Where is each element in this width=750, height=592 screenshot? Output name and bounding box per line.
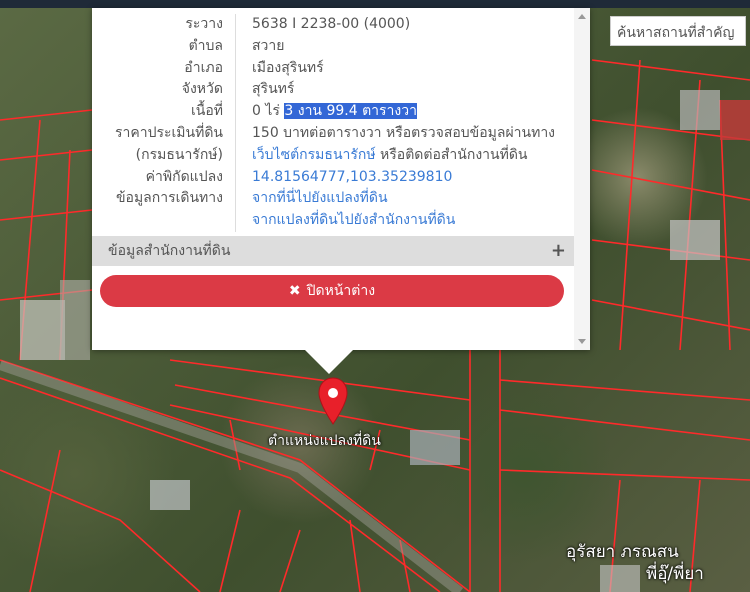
directions-to-office-link[interactable]: จากแปลงที่ดินไปยังสำนักงานที่ดิน [252,210,455,232]
land-office-section-toggle[interactable]: ข้อมูลสำนักงานที่ดิน + [92,236,574,266]
label: เนื้อที่ [191,103,223,120]
close-window-label: ปิดหน้าต่าง [306,283,376,299]
divider [235,210,236,232]
scroll-up-icon[interactable] [578,14,586,19]
area-rai: 0 ไร่ [252,103,285,120]
divider [235,144,236,167]
label: จังหวัด [181,81,223,98]
row-area: เนื้อที่ 0 ไร่ 3 งาน 99.4 ตารางวา [92,101,572,123]
divider [235,122,236,145]
label [92,210,235,232]
row-coordinates: ค่าพิกัดแปลง 14.81564777,103.35239810 [92,166,572,189]
scroll-down-icon[interactable] [578,339,586,344]
directions-to-parcel-link[interactable]: จากที่นี่ไปยังแปลงที่ดิน [252,188,388,210]
place-label: พี่อุ๊/พี่ยา [646,564,704,584]
divider [235,188,236,211]
treasury-website-link[interactable]: เว็บไซต์กรมธนารักษ์ [252,147,376,163]
parcel-info-popup: ระวาง 5638 I 2238-00 (4000) ตำบล สวาย อำ… [92,8,590,350]
divider [235,57,236,80]
divider [235,101,236,123]
parcel-info-table: ระวาง 5638 I 2238-00 (4000) ตำบล สวาย อำ… [92,14,572,232]
row-district: อำเภอ เมืองสุรินทร์ [92,57,572,80]
row-map-sheet: ระวาง 5638 I 2238-00 (4000) [92,14,572,36]
district-value: เมืองสุรินทร์ [252,59,324,76]
label: ระวาง [185,16,223,32]
label: ค่าพิกัดแปลง [145,168,223,185]
close-window-button[interactable]: ✖ ปิดหน้าต่าง [100,275,564,307]
map-sheet-value: 5638 I 2238-00 (4000) [252,16,411,32]
subdistrict-value: สวาย [252,37,285,54]
area-value: 0 ไร่ 3 งาน 99.4 ตารางวา [252,101,417,123]
row-subdistrict: ตำบล สวาย [92,35,572,58]
popup-pointer [305,350,353,374]
coordinates-link[interactable]: 14.81564777,103.35239810 [252,167,452,189]
land-office-section-label: ข้อมูลสำนักงานที่ดิน [108,243,231,259]
label: ตำบล [188,37,223,54]
top-bar [0,0,750,8]
appraisal-value: 150 บาทต่อตารางวา หรือตรวจสอบข้อมูลผ่านท… [252,124,556,141]
parcel-location-label: ตำแหน่งแปลงที่ดิน [268,433,381,449]
map-pin-icon[interactable] [317,376,349,426]
popup-scrollbar[interactable] [574,8,590,350]
plus-icon[interactable]: + [551,236,566,266]
divider [235,79,236,102]
divider [235,166,236,189]
row-directions-office: จากแปลงที่ดินไปยังสำนักงานที่ดิน [92,210,572,232]
row-province: จังหวัด สุรินทร์ [92,79,572,102]
label: อำเภอ [184,59,223,76]
divider [235,35,236,58]
divider [235,14,236,36]
province-value: สุรินทร์ [252,81,295,98]
landmark-search-input[interactable]: ค้นหาสถานที่สำคัญ [610,16,746,46]
row-treasury: (กรมธนารักษ์) เว็บไซต์กรมธนารักษ์ หรือติ… [92,144,572,167]
label: ราคาประเมินที่ดิน [114,124,223,141]
close-icon: ✖ [288,283,301,299]
treasury-value: เว็บไซต์กรมธนารักษ์ หรือติดต่อสำนักงานที… [252,145,528,167]
row-appraisal: ราคาประเมินที่ดิน 150 บาทต่อตารางวา หรือ… [92,122,572,145]
area-selected-text[interactable]: 3 งาน 99.4 ตารางวา [284,103,417,120]
row-directions: ข้อมูลการเดินทาง จากที่นี่ไปยังแปลงที่ดิ… [92,188,572,211]
label: (กรมธนารักษ์) [135,146,223,163]
contact-office-text: หรือติดต่อสำนักงานที่ดิน [375,146,528,163]
label: ข้อมูลการเดินทาง [115,190,223,207]
